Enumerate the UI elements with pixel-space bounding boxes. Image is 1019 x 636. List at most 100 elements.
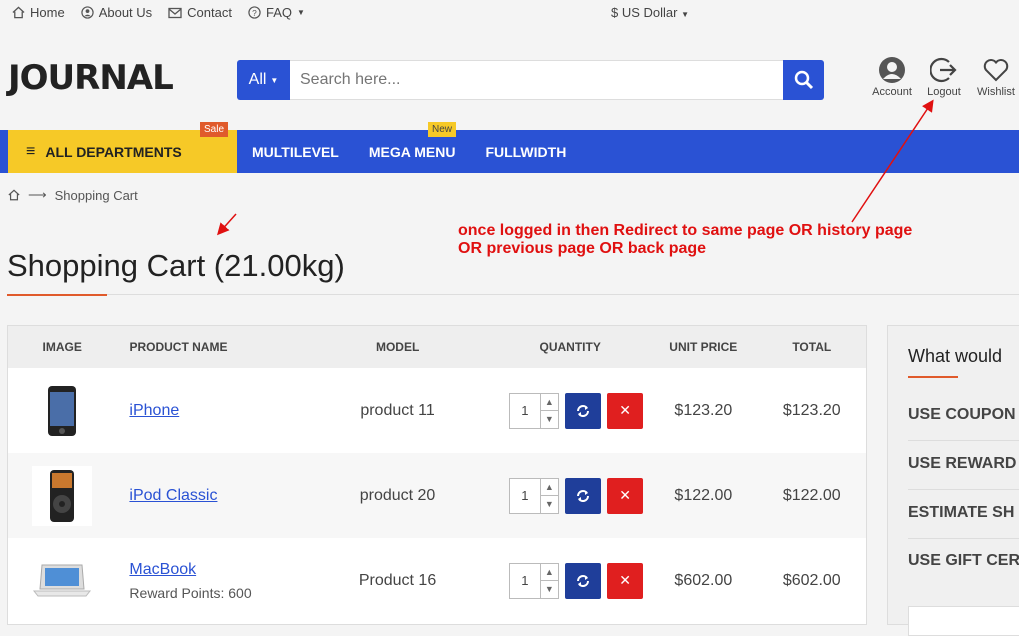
product-model: product 20 (359, 486, 436, 504)
caret-down-icon: ▼ (681, 10, 690, 19)
about-link[interactable]: About Us (81, 5, 152, 20)
faq-dropdown[interactable]: ? FAQ ▼ (248, 5, 305, 20)
header-quantity: QUANTITY (539, 340, 601, 354)
search-button[interactable] (783, 60, 824, 100)
panel-accent (908, 376, 958, 378)
envelope-icon (168, 7, 182, 18)
search-bar: All ▼ (237, 60, 824, 100)
sale-badge: Sale (200, 122, 229, 137)
quantity-stepper[interactable]: 1 ▲ ▼ (509, 392, 560, 429)
page-title: Shopping Cart (21.00kg) (7, 248, 345, 283)
account-link[interactable]: Account (866, 56, 918, 98)
caret-down-icon: ▼ (297, 8, 305, 17)
account-icon (879, 57, 905, 83)
use-reward-toggle[interactable]: USE REWARD (908, 455, 1016, 473)
update-button[interactable] (565, 562, 602, 599)
breadcrumb: ⟶ Shopping Cart (8, 187, 138, 203)
iphone-thumbnail[interactable] (47, 385, 77, 437)
estimate-shipping-toggle[interactable]: ESTIMATE SH (908, 504, 1014, 522)
cart-table: IMAGE PRODUCT NAME MODEL QUANTITY UNIT P… (7, 325, 867, 625)
home-label: Home (30, 5, 65, 20)
close-icon: ✕ (619, 487, 632, 503)
arrow-to-title (216, 213, 237, 236)
increment-icon[interactable]: ▲ (541, 394, 559, 411)
reward-points: Reward Points: 600 (129, 584, 252, 601)
wishlist-link[interactable]: Wishlist (970, 56, 1019, 98)
nav-fullwidth[interactable]: FULLWIDTH (485, 144, 566, 160)
remove-button[interactable]: ✕ (607, 477, 644, 514)
update-button[interactable] (565, 477, 602, 514)
divider (908, 440, 1019, 441)
product-link[interactable]: MacBook (129, 561, 196, 578)
nav-multilevel[interactable]: MULTILEVEL (252, 144, 339, 160)
arrow-right-icon: ⟶ (28, 187, 47, 202)
refresh-icon (577, 574, 590, 587)
panel-title: What would (908, 346, 1003, 366)
header: JOURNAL All ▼ Account Logout Wishlist (0, 28, 1019, 130)
wishlist-label: Wishlist (977, 86, 1015, 98)
remove-button[interactable]: ✕ (607, 392, 644, 429)
unit-price: $122.00 (674, 486, 733, 504)
quantity-stepper[interactable]: 1 ▲ ▼ (509, 562, 560, 599)
home-link[interactable]: Home (12, 5, 65, 20)
decrement-icon[interactable]: ▼ (540, 495, 559, 513)
logout-label: Logout (927, 86, 961, 98)
caret-down-icon: ▼ (270, 75, 279, 85)
about-label: About Us (98, 5, 153, 20)
use-gift-certificate-toggle[interactable]: USE GIFT CER (908, 552, 1019, 570)
currency-dropdown[interactable]: $ US Dollar ▼ (611, 5, 689, 20)
quantity-value[interactable]: 1 (510, 564, 539, 598)
row-total: $602.00 (782, 571, 841, 589)
home-icon (12, 6, 25, 19)
contact-label: Contact (187, 5, 232, 20)
table-row: MacBook Reward Points: 600 Product 16 1 … (8, 538, 866, 623)
new-badge: New (428, 122, 457, 137)
decrement-icon[interactable]: ▼ (540, 410, 559, 428)
nav-mega-menu[interactable]: MEGA MENU (369, 144, 456, 160)
divider (908, 489, 1019, 490)
unit-price: $123.20 (674, 401, 733, 419)
quantity-value[interactable]: 1 (510, 479, 539, 513)
panel-input[interactable] (908, 606, 1019, 636)
update-button[interactable] (565, 392, 602, 429)
product-link[interactable]: iPod Classic (129, 487, 217, 504)
ipod-thumbnail[interactable] (32, 465, 93, 526)
product-link[interactable]: iPhone (129, 402, 179, 419)
divider (908, 538, 1019, 539)
remove-button[interactable]: ✕ (607, 562, 644, 599)
quantity-stepper[interactable]: 1 ▲ ▼ (509, 477, 560, 514)
logout-link[interactable]: Logout (918, 56, 970, 98)
header-product-name: PRODUCT NAME (129, 340, 228, 354)
row-total: $122.00 (782, 486, 841, 504)
increment-icon[interactable]: ▲ (541, 479, 559, 496)
header-total: TOTAL (792, 340, 832, 354)
table-row: iPod Classic product 20 1 ▲ ▼ ✕ $122.00 $… (8, 453, 866, 538)
cart-options-panel: What would USE COUPON USE REWARD ESTIMAT… (887, 325, 1019, 636)
header-model: MODEL (375, 340, 420, 354)
user-circle-icon (81, 6, 94, 19)
contact-link[interactable]: Contact (168, 5, 232, 20)
product-model: product 11 (360, 401, 435, 419)
quantity-value[interactable]: 1 (510, 394, 539, 428)
annotation-text: once logged in then Redirect to same pag… (458, 222, 913, 257)
table-row: iPhone product 11 1 ▲ ▼ ✕ $123.20 $123.20 (8, 368, 866, 453)
title-divider (7, 294, 1019, 295)
macbook-thumbnail[interactable] (32, 561, 92, 601)
use-coupon-toggle[interactable]: USE COUPON (908, 406, 1016, 424)
header-unit-price: UNIT PRICE (669, 340, 738, 354)
search-category-dropdown[interactable]: All ▼ (237, 60, 290, 100)
departments-label: ALL DEPARTMENTS (45, 143, 182, 160)
search-input[interactable] (290, 60, 783, 100)
logo[interactable]: JOURNAL (8, 58, 174, 98)
home-icon[interactable] (8, 189, 20, 201)
account-label: Account (872, 86, 912, 98)
refresh-icon (577, 404, 590, 417)
breadcrumb-current: Shopping Cart (54, 187, 138, 203)
hamburger-icon: ≡ (26, 142, 36, 160)
increment-icon[interactable]: ▲ (541, 564, 559, 581)
faq-label: FAQ (265, 5, 292, 20)
header-image: IMAGE (42, 340, 82, 354)
close-icon: ✕ (619, 402, 632, 418)
close-icon: ✕ (619, 572, 632, 588)
decrement-icon[interactable]: ▼ (540, 580, 559, 598)
